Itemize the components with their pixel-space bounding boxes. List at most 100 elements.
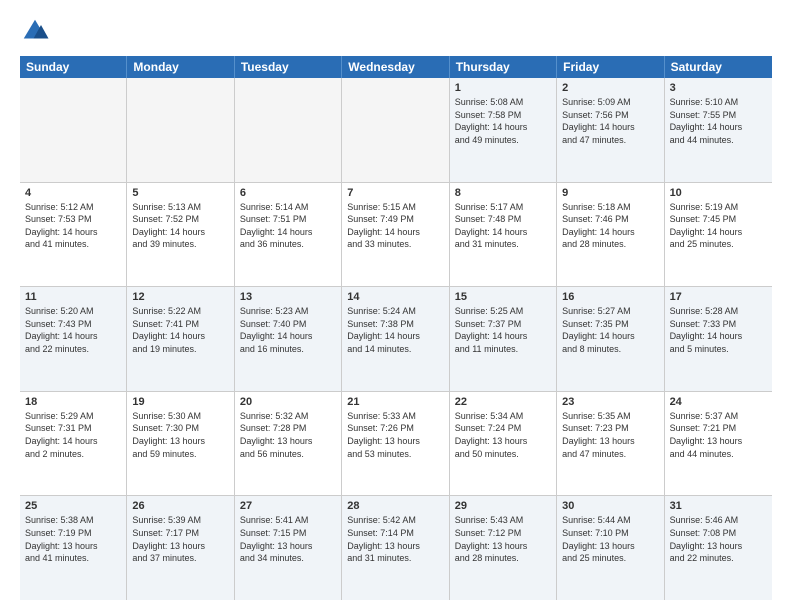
cell-info: Sunset: 7:37 PM [455, 318, 551, 331]
cell-info: Daylight: 14 hours [670, 226, 767, 239]
cal-cell [235, 78, 342, 182]
day-number: 6 [240, 187, 336, 199]
cal-cell [127, 78, 234, 182]
cell-info: and 11 minutes. [455, 343, 551, 356]
cell-info: Sunset: 7:26 PM [347, 422, 443, 435]
cell-info: Daylight: 14 hours [562, 121, 658, 134]
cell-info: Sunset: 7:40 PM [240, 318, 336, 331]
cell-info: Daylight: 13 hours [670, 540, 767, 553]
header-day-wednesday: Wednesday [342, 56, 449, 78]
cell-info: and 53 minutes. [347, 448, 443, 461]
cell-info: Sunrise: 5:34 AM [455, 410, 551, 423]
cell-info: and 22 minutes. [670, 552, 767, 565]
cell-info: Sunrise: 5:46 AM [670, 514, 767, 527]
cell-info: and 19 minutes. [132, 343, 228, 356]
cell-info: Daylight: 13 hours [562, 435, 658, 448]
week-row-2: 4Sunrise: 5:12 AMSunset: 7:53 PMDaylight… [20, 183, 772, 288]
cell-info: Sunrise: 5:43 AM [455, 514, 551, 527]
cal-cell: 23Sunrise: 5:35 AMSunset: 7:23 PMDayligh… [557, 392, 664, 496]
cell-info: and 39 minutes. [132, 238, 228, 251]
cell-info: Sunset: 7:58 PM [455, 109, 551, 122]
cell-info: Sunrise: 5:08 AM [455, 96, 551, 109]
header-day-friday: Friday [557, 56, 664, 78]
cell-info: Sunrise: 5:25 AM [455, 305, 551, 318]
cell-info: Sunrise: 5:19 AM [670, 201, 767, 214]
cell-info: Daylight: 13 hours [132, 435, 228, 448]
cell-info: Sunrise: 5:23 AM [240, 305, 336, 318]
cell-info: Sunrise: 5:42 AM [347, 514, 443, 527]
cell-info: Sunrise: 5:44 AM [562, 514, 658, 527]
day-number: 24 [670, 396, 767, 408]
cell-info: Sunset: 7:35 PM [562, 318, 658, 331]
cell-info: Sunrise: 5:15 AM [347, 201, 443, 214]
day-number: 30 [562, 500, 658, 512]
logo-icon [20, 16, 50, 46]
cell-info: Sunset: 7:41 PM [132, 318, 228, 331]
cell-info: Sunset: 7:56 PM [562, 109, 658, 122]
page: SundayMondayTuesdayWednesdayThursdayFrid… [0, 0, 792, 612]
cell-info: and 16 minutes. [240, 343, 336, 356]
calendar: SundayMondayTuesdayWednesdayThursdayFrid… [20, 56, 772, 600]
cell-info: Daylight: 14 hours [240, 226, 336, 239]
cal-cell: 18Sunrise: 5:29 AMSunset: 7:31 PMDayligh… [20, 392, 127, 496]
cell-info: and 47 minutes. [562, 448, 658, 461]
header-day-thursday: Thursday [450, 56, 557, 78]
cal-cell: 21Sunrise: 5:33 AMSunset: 7:26 PMDayligh… [342, 392, 449, 496]
cal-cell: 25Sunrise: 5:38 AMSunset: 7:19 PMDayligh… [20, 496, 127, 600]
cell-info: Sunrise: 5:41 AM [240, 514, 336, 527]
cal-cell: 9Sunrise: 5:18 AMSunset: 7:46 PMDaylight… [557, 183, 664, 287]
day-number: 21 [347, 396, 443, 408]
day-number: 17 [670, 291, 767, 303]
cell-info: and 41 minutes. [25, 552, 121, 565]
cell-info: Sunset: 7:12 PM [455, 527, 551, 540]
cell-info: Daylight: 14 hours [25, 435, 121, 448]
cell-info: and 28 minutes. [455, 552, 551, 565]
cal-cell: 5Sunrise: 5:13 AMSunset: 7:52 PMDaylight… [127, 183, 234, 287]
cell-info: Sunset: 7:08 PM [670, 527, 767, 540]
cell-info: Sunset: 7:15 PM [240, 527, 336, 540]
cal-cell [342, 78, 449, 182]
cell-info: and 44 minutes. [670, 448, 767, 461]
week-row-1: 1Sunrise: 5:08 AMSunset: 7:58 PMDaylight… [20, 78, 772, 183]
week-row-4: 18Sunrise: 5:29 AMSunset: 7:31 PMDayligh… [20, 392, 772, 497]
cal-cell: 26Sunrise: 5:39 AMSunset: 7:17 PMDayligh… [127, 496, 234, 600]
cell-info: Sunset: 7:19 PM [25, 527, 121, 540]
cell-info: Daylight: 14 hours [455, 226, 551, 239]
cell-info: Sunset: 7:43 PM [25, 318, 121, 331]
cell-info: Sunrise: 5:38 AM [25, 514, 121, 527]
cell-info: Daylight: 13 hours [347, 540, 443, 553]
cal-cell: 13Sunrise: 5:23 AMSunset: 7:40 PMDayligh… [235, 287, 342, 391]
cell-info: Sunrise: 5:22 AM [132, 305, 228, 318]
cell-info: and 25 minutes. [670, 238, 767, 251]
cell-info: and 31 minutes. [347, 552, 443, 565]
cell-info: and 22 minutes. [25, 343, 121, 356]
cell-info: Daylight: 13 hours [562, 540, 658, 553]
cal-cell: 20Sunrise: 5:32 AMSunset: 7:28 PMDayligh… [235, 392, 342, 496]
cell-info: and 49 minutes. [455, 134, 551, 147]
cell-info: Sunset: 7:53 PM [25, 213, 121, 226]
cell-info: Daylight: 14 hours [562, 330, 658, 343]
cal-cell: 15Sunrise: 5:25 AMSunset: 7:37 PMDayligh… [450, 287, 557, 391]
cell-info: and 31 minutes. [455, 238, 551, 251]
cell-info: and 28 minutes. [562, 238, 658, 251]
day-number: 29 [455, 500, 551, 512]
day-number: 13 [240, 291, 336, 303]
cell-info: Daylight: 13 hours [132, 540, 228, 553]
cal-cell: 17Sunrise: 5:28 AMSunset: 7:33 PMDayligh… [665, 287, 772, 391]
cell-info: and 36 minutes. [240, 238, 336, 251]
cal-cell: 16Sunrise: 5:27 AMSunset: 7:35 PMDayligh… [557, 287, 664, 391]
day-number: 18 [25, 396, 121, 408]
cal-cell: 4Sunrise: 5:12 AMSunset: 7:53 PMDaylight… [20, 183, 127, 287]
cal-cell: 19Sunrise: 5:30 AMSunset: 7:30 PMDayligh… [127, 392, 234, 496]
cal-cell: 24Sunrise: 5:37 AMSunset: 7:21 PMDayligh… [665, 392, 772, 496]
cell-info: Daylight: 14 hours [670, 121, 767, 134]
cell-info: Sunset: 7:23 PM [562, 422, 658, 435]
cell-info: and 25 minutes. [562, 552, 658, 565]
cell-info: Daylight: 13 hours [240, 540, 336, 553]
day-number: 2 [562, 82, 658, 94]
cal-cell: 14Sunrise: 5:24 AMSunset: 7:38 PMDayligh… [342, 287, 449, 391]
cal-cell: 3Sunrise: 5:10 AMSunset: 7:55 PMDaylight… [665, 78, 772, 182]
header-day-saturday: Saturday [665, 56, 772, 78]
cell-info: Daylight: 14 hours [347, 330, 443, 343]
cell-info: Daylight: 13 hours [455, 540, 551, 553]
